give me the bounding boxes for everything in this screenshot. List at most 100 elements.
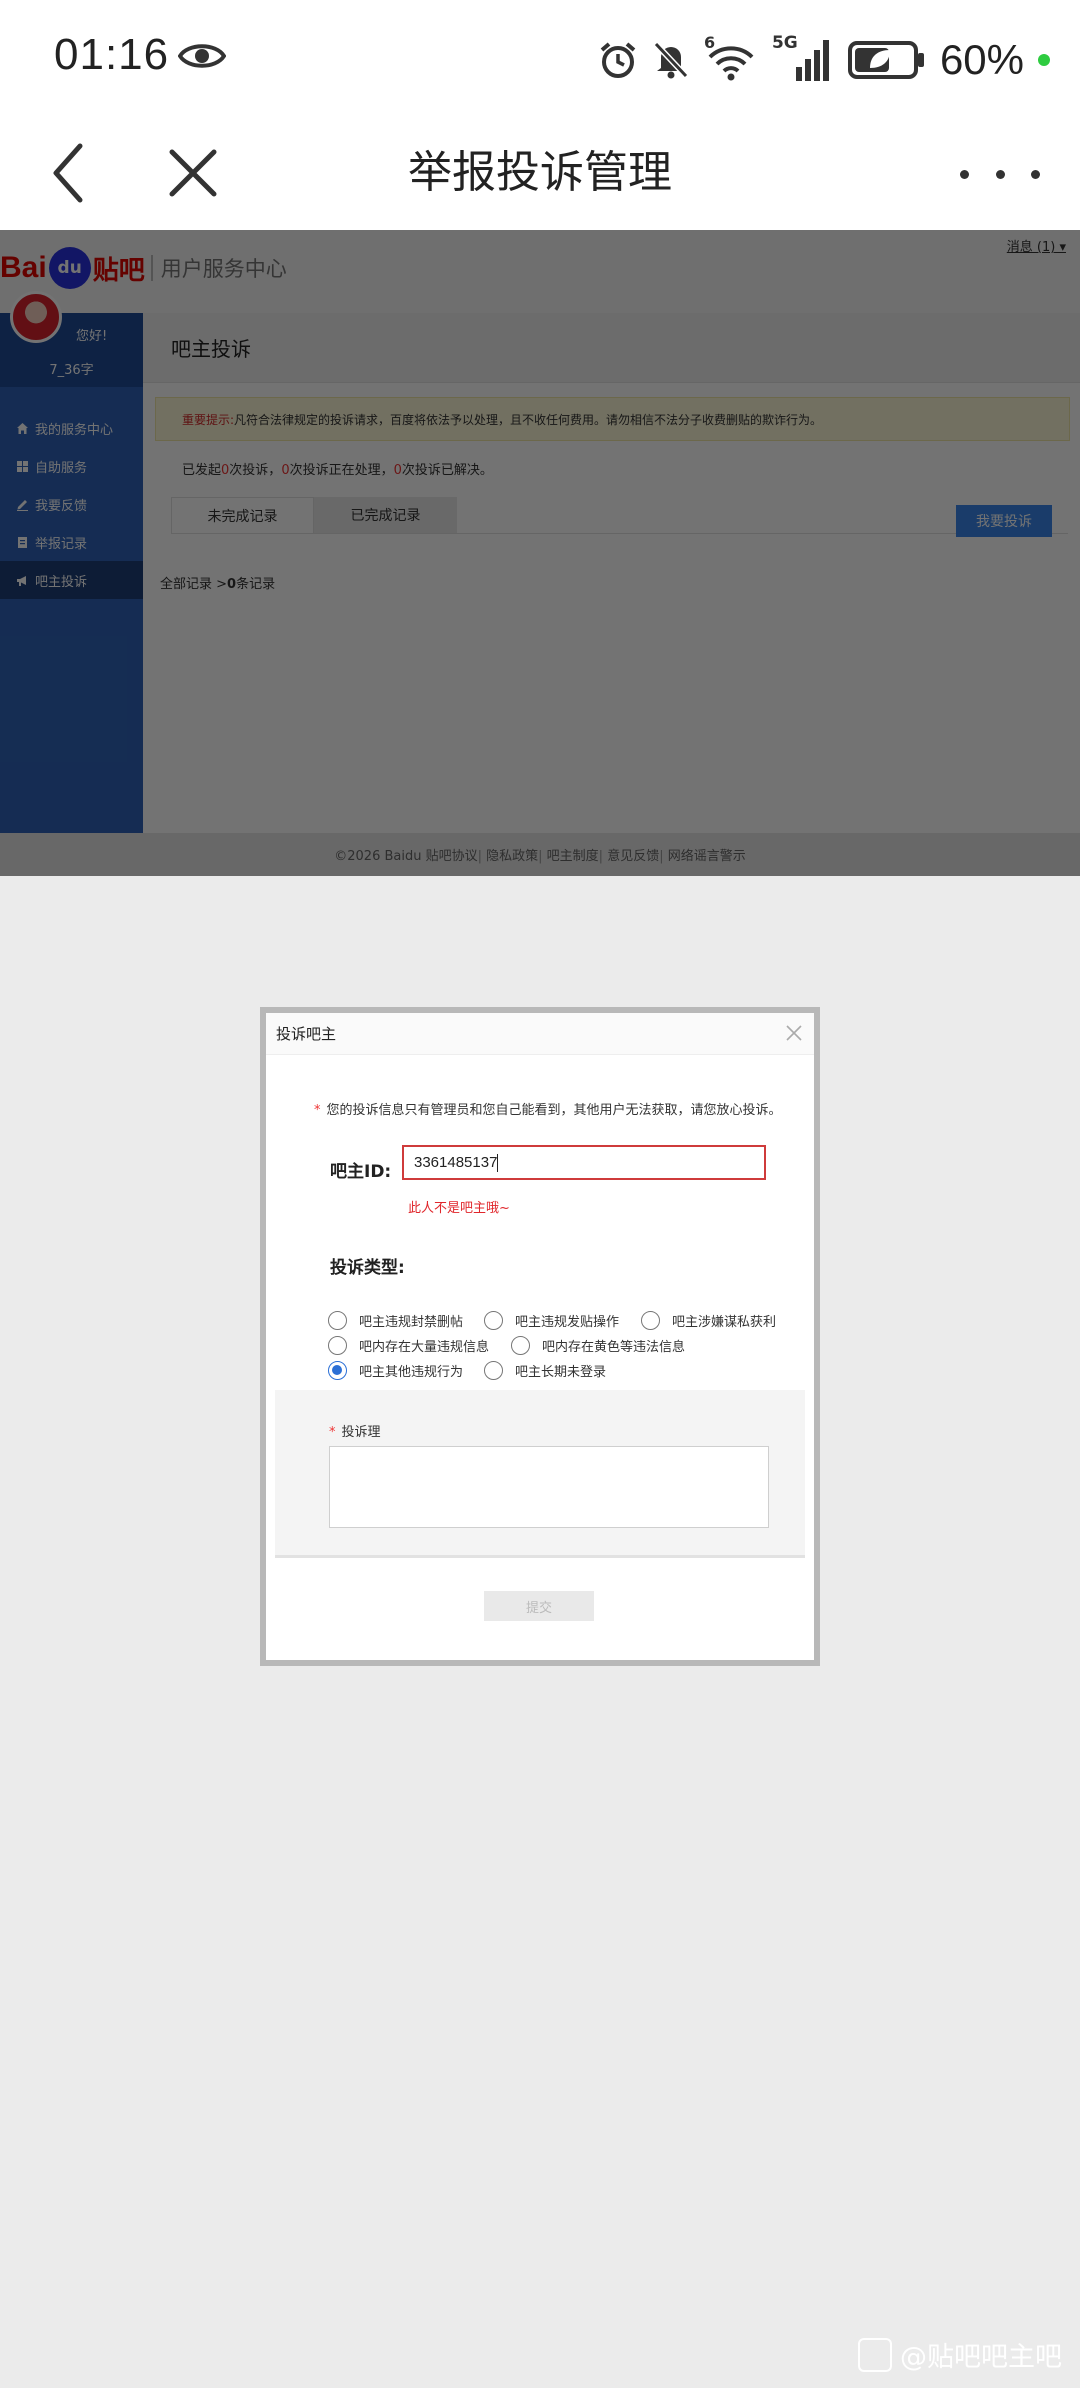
notice-text: 凡符合法律规定的投诉请求，百度将依法予以处理，且不收任何费用。请勿相信不法分子收… bbox=[234, 412, 823, 427]
file-complaint-button[interactable]: 我要投诉 bbox=[956, 505, 1052, 537]
radio-option[interactable]: 吧主涉嫌谋私获利 bbox=[641, 1311, 776, 1330]
sidebar: 您好! 7_36字 我的服务中心 自助服务 我要反馈 举报记录 吧主投诉 bbox=[0, 291, 143, 833]
stats-count-processing: 0 bbox=[281, 463, 290, 478]
radio-label: 吧主违规发贴操作 bbox=[515, 1315, 620, 1330]
privacy-note-text: 您的投诉信息只有管理员和您自己能看到，其他用户无法获取，请您放心投诉。 bbox=[326, 1103, 782, 1118]
radio-option[interactable]: 吧主违规发贴操作 bbox=[484, 1311, 619, 1330]
messages-link[interactable]: 消息 (1) ▾ bbox=[1007, 236, 1066, 255]
radio-label: 吧主涉嫌谋私获利 bbox=[672, 1315, 777, 1330]
wifi-indicator: 6 bbox=[704, 33, 758, 83]
reason-label: * 投诉理 bbox=[329, 1421, 381, 1440]
breadcrumb-count: 0 bbox=[227, 577, 237, 592]
baidu-tieba-logo[interactable]: Bai du 贴吧 用户服务中心 bbox=[0, 236, 287, 300]
reason-label-text: 投诉理 bbox=[341, 1425, 381, 1440]
privacy-note: * 您的投诉信息只有管理员和您自己能看到，其他用户无法获取，请您放心投诉。 bbox=[314, 1099, 782, 1118]
pencil-icon bbox=[17, 499, 28, 511]
required-asterisk: * bbox=[314, 1103, 321, 1118]
avatar[interactable] bbox=[10, 291, 62, 343]
radio-label: 吧主违规封禁删帖 bbox=[359, 1315, 464, 1330]
id-error-message: 此人不是吧主哦~ bbox=[408, 1201, 510, 1216]
logo-subtitle: 用户服务中心 bbox=[160, 257, 287, 281]
battery-percent: 60% bbox=[939, 36, 1024, 83]
notice-key: 重要提示: bbox=[182, 412, 235, 427]
greeting: 您好! bbox=[76, 329, 108, 344]
footer-link-feedback[interactable]: 意见反馈 bbox=[599, 845, 659, 864]
radio-button-selected[interactable] bbox=[328, 1361, 347, 1380]
stats-count-resolved: 0 bbox=[393, 463, 402, 478]
complaint-dialog: 投诉吧主 * 您的投诉信息只有管理员和您自己能看到，其他用户无法获取，请您放心投诉… bbox=[260, 1007, 820, 1666]
dialog-title: 投诉吧主 bbox=[266, 1013, 814, 1055]
tieba-logo-icon bbox=[858, 2337, 892, 2372]
breadcrumb: 全部记录 >0条记录 bbox=[160, 573, 275, 592]
footer-link-rumor[interactable]: 网络谣言警示 bbox=[659, 845, 746, 864]
sidebar-menu: 我的服务中心 自助服务 我要反馈 举报记录 吧主投诉 bbox=[0, 409, 143, 599]
watermark-text: @贴吧吧主吧 bbox=[900, 2342, 1062, 2373]
stats-text: 次投诉已解决。 bbox=[401, 463, 493, 478]
radio-button[interactable] bbox=[328, 1336, 347, 1355]
submit-button[interactable]: 提交 bbox=[484, 1591, 594, 1621]
web-footer: ©2026 Baidu 贴吧协议 隐私政策 吧主制度 意见反馈 网络谣言警示 bbox=[0, 833, 1080, 876]
moderator-id-input[interactable]: 3361485137 bbox=[402, 1145, 766, 1180]
radio-option[interactable]: 吧内存在黄色等违法信息 bbox=[511, 1336, 685, 1355]
moderator-id-label: 吧主ID: bbox=[330, 1162, 392, 1182]
tab-completed[interactable]: 已完成记录 bbox=[314, 497, 457, 533]
tabs-divider bbox=[171, 533, 1068, 534]
username[interactable]: 7_36字 bbox=[0, 359, 143, 378]
radio-label: 吧内存在黄色等违法信息 bbox=[542, 1340, 686, 1355]
reason-section: * 投诉理 bbox=[275, 1390, 805, 1558]
important-notice: 重要提示: 凡符合法律规定的投诉请求，百度将依法予以处理，且不收任何费用。请勿相… bbox=[155, 397, 1070, 441]
page-title: 举报投诉管理 bbox=[408, 147, 672, 198]
radio-option[interactable]: 吧内存在大量违规信息 bbox=[328, 1336, 489, 1355]
alarm-icon bbox=[600, 42, 636, 78]
radio-button[interactable] bbox=[484, 1311, 503, 1330]
radio-button[interactable] bbox=[641, 1311, 660, 1330]
home-icon bbox=[17, 422, 28, 434]
sidebar-item-label: 自助服务 bbox=[35, 460, 88, 476]
close-icon[interactable] bbox=[784, 1023, 804, 1043]
sidebar-item-feedback[interactable]: 我要反馈 bbox=[0, 485, 143, 523]
footer-link-privacy[interactable]: 隐私政策 bbox=[478, 845, 538, 864]
logo-bai-text: Bai bbox=[0, 251, 47, 284]
footer-link-rules[interactable]: 吧主制度 bbox=[538, 845, 599, 864]
sidebar-item-moderator-complaint[interactable]: 吧主投诉 bbox=[0, 561, 143, 599]
complaint-type-label: 投诉类型: bbox=[330, 1258, 405, 1278]
signal-icon bbox=[795, 40, 829, 81]
sidebar-item-report-records[interactable]: 举报记录 bbox=[0, 523, 143, 561]
content-title: 吧主投诉 bbox=[143, 313, 1080, 383]
sidebar-item-service-center[interactable]: 我的服务中心 bbox=[0, 409, 143, 447]
radio-label: 吧主其他违规行为 bbox=[359, 1365, 464, 1380]
web-header: Bai du 贴吧 用户服务中心 消息 (1) ▾ bbox=[0, 230, 1080, 313]
record-icon bbox=[18, 536, 27, 548]
sidebar-item-label: 我要反馈 bbox=[35, 498, 88, 514]
radio-button[interactable] bbox=[328, 1311, 347, 1330]
tab-incomplete[interactable]: 未完成记录 bbox=[171, 497, 314, 533]
status-time: 01:16 bbox=[54, 30, 170, 79]
required-asterisk: * bbox=[329, 1425, 336, 1440]
radio-option[interactable]: 吧主违规封禁删帖 bbox=[328, 1311, 463, 1330]
radio-option[interactable]: 吧主其他违规行为 bbox=[328, 1361, 463, 1380]
more-options-icon[interactable] bbox=[960, 144, 1040, 204]
sidebar-item-label: 吧主投诉 bbox=[35, 574, 88, 590]
radio-option[interactable]: 吧主长期未登录 bbox=[484, 1361, 606, 1380]
radio-button[interactable] bbox=[511, 1336, 530, 1355]
record-tabs: 未完成记录 已完成记录 bbox=[171, 497, 457, 533]
radio-button[interactable] bbox=[484, 1361, 503, 1380]
breadcrumb-prefix[interactable]: 全部记录 > bbox=[160, 577, 227, 592]
logo-divider bbox=[150, 255, 153, 281]
status-icons: 6 5G 60% bbox=[598, 30, 1050, 90]
footer-link-copyright[interactable]: ©2026 Baidu 贴吧协议 bbox=[334, 845, 477, 864]
stats-text: 次投诉， bbox=[229, 463, 282, 478]
sidebar-item-self-service[interactable]: 自助服务 bbox=[0, 447, 143, 485]
app-nav-bar: 举报投诉管理 bbox=[0, 118, 1080, 230]
status-bar: 01:16 6 5G 60% bbox=[0, 0, 1080, 118]
privacy-indicator-dot bbox=[1038, 54, 1050, 66]
reason-textarea[interactable] bbox=[329, 1446, 769, 1528]
grid-icon bbox=[17, 460, 28, 472]
eye-icon bbox=[178, 44, 226, 68]
complaint-stats: 已发起0次投诉，0次投诉正在处理，0次投诉已解决。 bbox=[182, 459, 493, 478]
megaphone-icon bbox=[17, 575, 26, 586]
battery-icon bbox=[847, 41, 924, 79]
radio-label: 吧主长期未登录 bbox=[515, 1365, 607, 1380]
cellular-indicator: 5G bbox=[772, 33, 834, 83]
moderator-id-value: 3361485137 bbox=[414, 1154, 498, 1171]
